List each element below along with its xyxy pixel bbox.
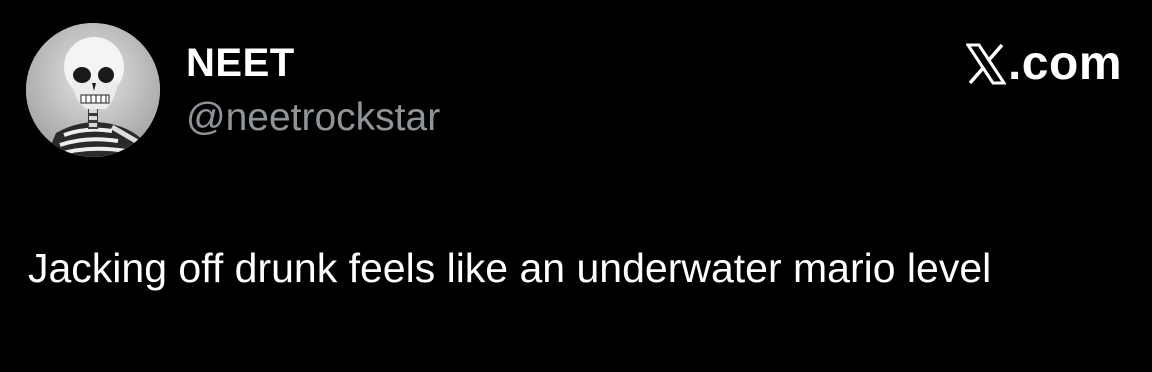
- avatar[interactable]: [26, 23, 160, 157]
- skeleton-icon: [26, 23, 160, 157]
- tweet-card: NEET @neetrockstar .com Jacking off drun…: [0, 0, 1152, 372]
- brand-watermark: .com: [965, 37, 1122, 90]
- brand-suffix: .com: [1007, 37, 1122, 90]
- display-name[interactable]: NEET: [186, 40, 295, 86]
- x-logo-icon: [965, 43, 1006, 85]
- tweet-text: Jacking off drunk feels like an underwat…: [28, 245, 992, 291]
- user-handle[interactable]: @neetrockstar: [186, 95, 440, 141]
